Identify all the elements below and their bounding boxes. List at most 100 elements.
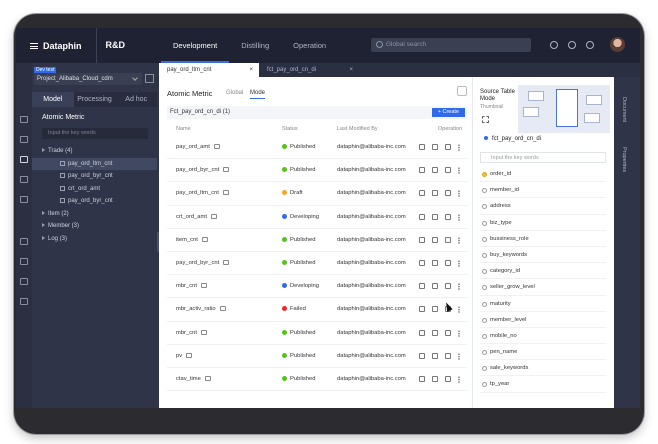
- more-icon[interactable]: [458, 144, 460, 151]
- lineage-icon[interactable]: [445, 144, 451, 150]
- tab-model[interactable]: Model: [32, 92, 74, 107]
- close-icon[interactable]: ×: [249, 63, 253, 77]
- field-item[interactable]: buy_keywords: [480, 247, 606, 264]
- field-item[interactable]: seller_grow_level: [480, 279, 606, 296]
- lineage-icon[interactable]: [186, 352, 193, 358]
- refresh-icon[interactable]: [457, 86, 467, 96]
- rail-layers-icon[interactable]: [20, 176, 28, 183]
- edit-icon[interactable]: [419, 283, 425, 290]
- project-name[interactable]: R&D: [95, 28, 125, 63]
- view-icon[interactable]: [432, 306, 438, 313]
- field-item[interactable]: tp_year: [480, 376, 606, 393]
- table-row[interactable]: crt_ord_amt Developing dataphin@alibaba-in…: [167, 206, 467, 229]
- metric-name[interactable]: pay_ord_ltm_cnt: [176, 190, 229, 196]
- rail-file-icon[interactable]: [20, 298, 28, 305]
- field-item[interactable]: sale_keywords: [480, 360, 606, 377]
- metric-name[interactable]: ctav_time: [176, 375, 211, 382]
- table-row[interactable]: ctav_time Published dataphin@alibaba-inc.c…: [167, 368, 467, 392]
- edit-icon[interactable]: [419, 352, 425, 359]
- field-item[interactable]: member_level: [480, 312, 606, 328]
- lineage-icon[interactable]: [200, 283, 207, 289]
- nav-distilling[interactable]: Distilling: [229, 28, 281, 63]
- view-icon[interactable]: [432, 190, 438, 197]
- lineage-icon[interactable]: [223, 259, 230, 265]
- edit-icon[interactable]: [419, 213, 425, 220]
- table-row[interactable]: pv Published dataphin@alibaba-inc.com: [167, 345, 467, 368]
- lineage-icon[interactable]: [445, 283, 451, 290]
- tree-item[interactable]: pay_ord_byr_cnt: [32, 195, 157, 208]
- tab-adhoc[interactable]: Ad hoc: [115, 92, 157, 107]
- more-icon[interactable]: [458, 329, 460, 337]
- more-icon[interactable]: [458, 213, 460, 221]
- field-item[interactable]: mobile_no: [480, 328, 606, 345]
- tree-item[interactable]: Member (3): [32, 220, 157, 233]
- more-icon[interactable]: [458, 259, 460, 267]
- tree-item[interactable]: crt_ord_amt: [32, 183, 157, 196]
- more-icon[interactable]: [458, 352, 460, 360]
- metric-name[interactable]: mbr_cnt: [176, 329, 207, 336]
- metric-name[interactable]: pv: [176, 352, 193, 359]
- more-icon[interactable]: [458, 190, 460, 198]
- rail-flask-icon[interactable]: [20, 156, 28, 163]
- lineage-icon[interactable]: [210, 213, 217, 219]
- lineage-icon[interactable]: [219, 306, 226, 312]
- global-search-input[interactable]: Global search: [371, 38, 531, 52]
- nav-development[interactable]: Development: [161, 28, 230, 63]
- lineage-icon[interactable]: [445, 213, 451, 220]
- lineage-icon[interactable]: [445, 236, 451, 243]
- metric-name[interactable]: pay_ord_byr_cnt: [176, 259, 230, 266]
- tree-item[interactable]: Trade (4): [32, 145, 157, 158]
- tab-global[interactable]: Global: [226, 90, 243, 96]
- lineage-icon[interactable]: [213, 144, 220, 149]
- edit-icon[interactable]: [419, 236, 425, 243]
- selected-table[interactable]: fct_pay_ord_cn_di: [484, 136, 541, 142]
- edit-icon[interactable]: [419, 144, 425, 150]
- more-icon[interactable]: [458, 375, 460, 383]
- rail-chart-icon[interactable]: [20, 136, 28, 143]
- view-icon[interactable]: [432, 375, 438, 382]
- metric-name[interactable]: mbr_cnt: [176, 283, 207, 289]
- field-item[interactable]: bussiness_role: [480, 231, 606, 247]
- lineage-icon[interactable]: [201, 236, 208, 242]
- field-item[interactable]: category_id: [480, 263, 606, 280]
- table-row[interactable]: mbr_cnt Published dataphin@alibaba-inc.com: [167, 322, 467, 345]
- tree-item[interactable]: Item (2): [32, 208, 157, 221]
- tab-mode[interactable]: Mode: [250, 90, 266, 99]
- rail-grid-icon[interactable]: [20, 258, 28, 265]
- lineage-icon[interactable]: [445, 190, 451, 197]
- lineage-icon[interactable]: [445, 167, 451, 174]
- nav-operation[interactable]: Operation: [281, 28, 338, 63]
- rail-trend-icon[interactable]: [20, 196, 28, 203]
- table-row[interactable]: mbr_activ_ratio Failed dataphin@alibaba-in…: [167, 298, 467, 322]
- view-icon[interactable]: [432, 167, 438, 174]
- view-icon[interactable]: [432, 259, 438, 266]
- help-icon[interactable]: [586, 41, 594, 49]
- view-icon[interactable]: [432, 213, 438, 220]
- tab-document[interactable]: Document: [621, 97, 627, 122]
- menu-icon[interactable]: [30, 42, 38, 49]
- table-row[interactable]: pay_ord_ltm_cnt Draft dataphin@alibaba-inc…: [167, 182, 467, 206]
- file-tab[interactable]: pay_ord_ltm_cnt ×: [159, 63, 259, 77]
- field-item[interactable]: pen_name: [480, 344, 606, 361]
- metric-name[interactable]: crt_ord_amt: [176, 213, 217, 220]
- project-select[interactable]: Project_Alibaba_Cloud_cdm: [34, 73, 142, 85]
- lineage-icon[interactable]: [445, 259, 451, 266]
- table-row[interactable]: pay_ord_amt Published dataphin@alibaba-inc…: [167, 136, 467, 160]
- metric-name[interactable]: mbr_activ_ratio: [176, 306, 226, 312]
- expand-icon[interactable]: [482, 116, 489, 123]
- view-icon[interactable]: [432, 236, 438, 243]
- create-button[interactable]: + Create: [431, 108, 465, 117]
- edit-icon[interactable]: [419, 259, 425, 266]
- view-icon[interactable]: [432, 283, 438, 290]
- lineage-icon[interactable]: [200, 329, 207, 335]
- view-icon[interactable]: [432, 329, 438, 336]
- lineage-icon[interactable]: [445, 352, 451, 359]
- field-item[interactable]: order_id: [480, 166, 606, 183]
- tab-properties[interactable]: Properties: [621, 147, 627, 172]
- field-item[interactable]: biz_type: [480, 215, 606, 231]
- field-search-input[interactable]: Input the key words: [480, 152, 606, 163]
- more-icon[interactable]: [458, 236, 460, 244]
- tab-processing[interactable]: Processing: [74, 92, 116, 107]
- edit-icon[interactable]: [419, 375, 425, 382]
- table-row[interactable]: mbr_cnt Developing dataphin@alibaba-inc.co…: [167, 275, 467, 299]
